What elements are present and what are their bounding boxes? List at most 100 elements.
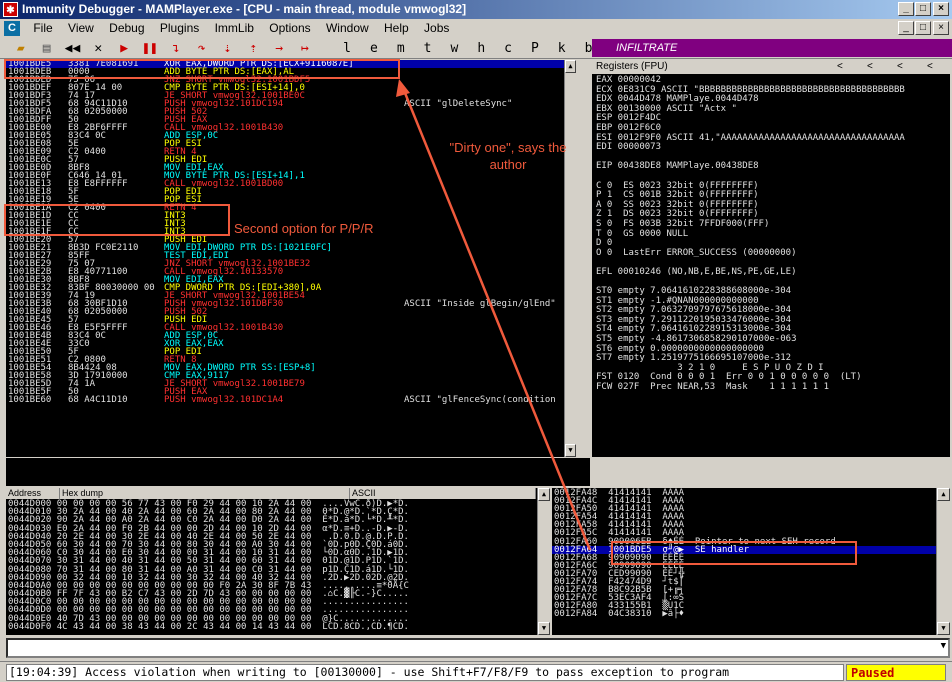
toolbar-windows-button[interactable]: w	[445, 38, 464, 59]
disasm-instruction: PUSH vmwogl32.101DC1A4	[164, 395, 284, 405]
window-title: Immunity Debugger - MAMPlayer.exe - [CPU…	[22, 2, 467, 16]
rewind-icon[interactable]: ◀◀	[63, 38, 81, 59]
title-bar: ✱ Immunity Debugger - MAMPlayer.exe - [C…	[0, 0, 952, 19]
disasm-row[interactable]: 1001BE4B 83C4 0C ADD ESP,0C	[6, 332, 576, 341]
register-line[interactable]: EIP 00438DE8 MAMPlaye.00438DE8	[592, 162, 950, 172]
menu-bar: C File View Debug Plugins ImmLib Options…	[0, 19, 952, 38]
menu-view[interactable]: View	[62, 19, 100, 38]
disasm-hex: 68 A4C11D10	[68, 395, 128, 405]
scroll-down-icon[interactable]: ▼	[565, 444, 576, 457]
next-view-icon[interactable]: <	[897, 60, 903, 74]
menu-debug[interactable]: Debug	[103, 19, 150, 38]
menu-options[interactable]: Options	[263, 19, 316, 38]
mdi-close-button[interactable]: ×	[933, 21, 949, 35]
toolbar-modules-button[interactable]: e	[364, 38, 383, 59]
trace-over-icon[interactable]: ⇡	[244, 38, 262, 59]
pause-icon[interactable]: ❚❚	[141, 38, 159, 59]
menu-plugins[interactable]: Plugins	[154, 19, 205, 38]
menu-jobs[interactable]: Jobs	[418, 19, 455, 38]
step-into-icon[interactable]: ↴	[167, 38, 185, 59]
toolbar-log-button[interactable]: l	[338, 38, 357, 59]
maximize-button[interactable]: □	[915, 2, 931, 16]
scroll-down-icon[interactable]: ▼	[937, 622, 950, 635]
mdi-minimize-button[interactable]: _	[898, 21, 914, 35]
col-hexdump[interactable]: Hex dump	[60, 488, 350, 499]
registers-pane[interactable]: Registers (FPU) < < < < EAX 00000042 ECX …	[592, 60, 950, 457]
annotation-second-option: Second option for P/P/R	[234, 221, 374, 236]
toolbar-cpu-button[interactable]: c	[499, 38, 518, 59]
disasm-row[interactable]: 1001BE2B E8 40771100 CALL vmwogl32.1013357…	[6, 268, 576, 277]
menu-help[interactable]: Help	[378, 19, 415, 38]
col-address[interactable]: Address	[6, 488, 60, 499]
disassembly-pane[interactable]: 1001BDE5 3381 7E081691 XOR EAX,DWORD PTR D…	[6, 60, 576, 457]
scroll-up-icon[interactable]: ▲	[565, 60, 576, 73]
toolbar: ▰ ▤ ◀◀ ✕ ▶ ❚❚ ↴ ↷ ⇣ ⇡ → ↦ l e m t w h c …	[0, 38, 952, 59]
register-line[interactable]: T 0 GS 0000 NULL	[592, 229, 950, 240]
disasm-row[interactable]: 1001BE21 8B3D FC0E2110 MOV EDI,DWORD PTR D…	[6, 244, 576, 253]
register-line[interactable]: O 0 LastErr ERROR_SUCCESS (00000000)	[592, 248, 950, 259]
annotation-dirty-one: "Dirty one", says the author	[449, 140, 567, 172]
menu-immlib[interactable]: ImmLib	[209, 19, 260, 38]
trace-into-icon[interactable]: ⇣	[218, 38, 236, 59]
hex-dump-list: 0044D000 00 00 00 00 56 77 43 00 F0 29 4…	[6, 499, 536, 631]
toolbar-memory-button[interactable]: m	[391, 38, 410, 59]
execute-till-return-icon[interactable]: →	[270, 38, 288, 59]
run-icon[interactable]: ▶	[115, 38, 133, 59]
disasm-row[interactable]: 1001BE60 68 A4C11D10 PUSH vmwogl32.101DC1A…	[6, 395, 576, 405]
close-button[interactable]: ×	[933, 2, 949, 16]
cpu-window-icon[interactable]: C	[4, 21, 20, 36]
image-icon[interactable]: ▤	[38, 38, 56, 59]
registers-header: Registers (FPU) < < < <	[592, 60, 950, 74]
toolbar-callstack-button[interactable]: k	[552, 38, 571, 59]
scroll-down-icon[interactable]: ▼	[538, 622, 550, 635]
prev-view-icon[interactable]: <	[837, 60, 843, 74]
command-dropdown-icon[interactable]: ▼	[941, 641, 946, 651]
disasm-row[interactable]: 1001BDFA 68 02050000 PUSH 502	[6, 108, 576, 117]
toolbar-patches-button[interactable]: P	[525, 38, 544, 59]
disassembly-scrollbar[interactable]: ▲ ▼	[564, 60, 576, 457]
close-process-icon[interactable]: ✕	[89, 38, 107, 59]
command-input[interactable]: ▼	[6, 638, 950, 658]
status-bar: [19:04:39] Access violation when writing…	[0, 661, 952, 682]
stack-scrollbar[interactable]: ▲ ▼	[936, 488, 950, 635]
infiltrate-banner[interactable]: INFILTRATE	[592, 39, 952, 57]
disasm-comment: ASCII "glDeleteSync"	[404, 99, 513, 109]
menu-file[interactable]: File	[27, 19, 58, 38]
stack-row[interactable]: 0012FA84 04C38310 ▶â├♦	[552, 610, 950, 619]
goto-icon[interactable]: ↦	[296, 38, 314, 59]
annotation-box-ppr	[4, 204, 230, 236]
hex-scrollbar[interactable]: ▲ ▼	[537, 488, 550, 635]
registers-title: Registers (FPU)	[596, 61, 668, 72]
info-pane	[6, 458, 590, 486]
col-ascii[interactable]: ASCII	[350, 488, 536, 499]
status-message: [19:04:39] Access violation when writing…	[6, 664, 844, 681]
registers-list: EAX 00000042 ECX 0E831C9 ASCII "BBBBBBBBB…	[592, 74, 950, 393]
disasm-comment: ASCII "glFenceSync(condition	[404, 395, 556, 405]
disasm-row[interactable]: 1001BE40 68 02050000 PUSH 502	[6, 308, 576, 317]
scroll-up-icon[interactable]: ▲	[538, 488, 550, 501]
disasm-row[interactable]: 1001BE18 5F POP EDI	[6, 188, 576, 197]
scroll-up-icon[interactable]: ▲	[937, 488, 950, 501]
annotation-box-seh	[611, 541, 857, 565]
next-view-icon-2[interactable]: <	[927, 60, 933, 74]
step-over-icon[interactable]: ↷	[193, 38, 211, 59]
menu-window[interactable]: Window	[320, 19, 375, 38]
register-line[interactable]: FCW 027F Prec NEAR,53 Mask 1 1 1 1 1 1	[592, 382, 950, 393]
disasm-row[interactable]: 1001BE5D 74 1A JE SHORT vmwogl32.1001BE79	[6, 380, 576, 389]
register-line[interactable]: EDI 00000073	[592, 143, 950, 153]
disasm-comment: ASCII "Inside glBegin/glEnd"	[404, 299, 556, 309]
hex-row[interactable]: 0044D0F0 4C 43 44 00 38 43 44 00 2C 43 4…	[6, 622, 536, 631]
disasm-row[interactable]: 1001BE13 E8 E8FFFFFF CALL vmwogl32.1001BD0…	[6, 180, 576, 189]
register-line[interactable]: EFL 00010246 (NO,NB,E,BE,NS,PE,GE,LE)	[592, 267, 950, 278]
annotation-box-handler	[4, 59, 400, 79]
toolbar-threads-button[interactable]: t	[418, 38, 437, 59]
hex-dump-pane[interactable]: Address Hex dump ASCII 0044D000 00 00 00…	[6, 488, 550, 635]
disasm-address: 1001BE60	[8, 395, 52, 405]
minimize-button[interactable]: _	[898, 2, 914, 16]
mdi-restore-button[interactable]: □	[915, 21, 931, 35]
disasm-row[interactable]: 1001BE4E 33C0 XOR EAX,EAX	[6, 340, 576, 349]
prev-view-icon-2[interactable]: <	[867, 60, 873, 74]
open-folder-icon[interactable]: ▰	[12, 38, 30, 59]
status-badge: Paused	[846, 664, 946, 681]
toolbar-handles-button[interactable]: h	[472, 38, 491, 59]
